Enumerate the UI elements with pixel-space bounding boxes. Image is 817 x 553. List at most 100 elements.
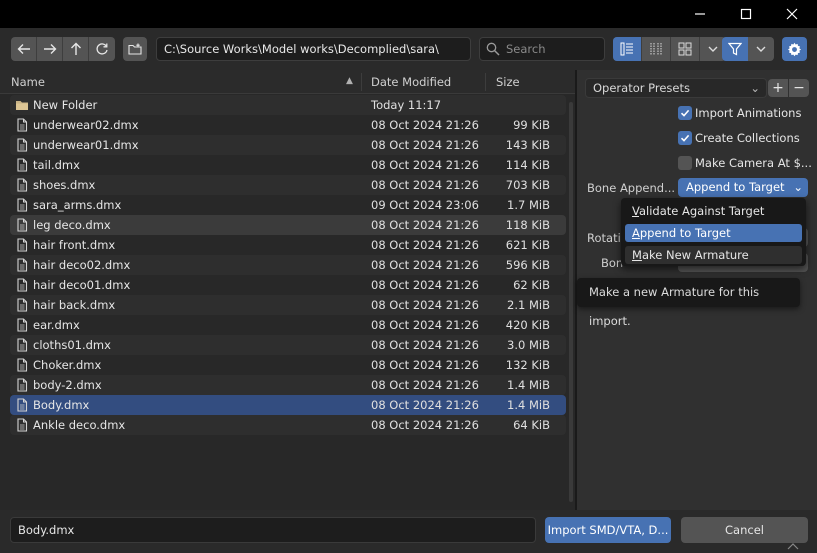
file-size: 703 KiB [505, 178, 550, 192]
rotation-label: Rotati [587, 231, 621, 245]
file-date: 09 Oct 2024 23:06 [371, 198, 479, 212]
search-input[interactable]: Search [479, 37, 605, 61]
file-size: 1.4 MiB [507, 378, 550, 392]
file-date: 08 Oct 2024 21:26 [371, 398, 479, 412]
navigation-group [11, 37, 115, 61]
make-camera-checkbox[interactable] [678, 156, 692, 170]
back-arrow-icon[interactable] [11, 37, 37, 61]
menu-item-make-new-armature[interactable]: Make New Armature [625, 246, 802, 264]
column-date-header[interactable]: Date Modified [371, 70, 451, 94]
file-size: 114 KiB [505, 158, 550, 172]
file-row[interactable]: underwear02.dmx 08 Oct 2024 21:26 99 KiB [10, 115, 566, 135]
file-name: Body.dmx [33, 398, 90, 412]
chevron-down-icon: ⌄ [750, 81, 760, 95]
file-row[interactable]: cloths01.dmx 08 Oct 2024 21:26 3.0 MiB [10, 335, 566, 355]
create-collections-checkbox[interactable] [678, 131, 692, 145]
file-date: 08 Oct 2024 21:26 [371, 218, 479, 232]
file-row[interactable]: leg deco.dmx 08 Oct 2024 21:26 118 KiB [10, 215, 566, 235]
file-row[interactable]: shoes.dmx 08 Oct 2024 21:26 703 KiB [10, 175, 566, 195]
file-row[interactable]: underwear01.dmx 08 Oct 2024 21:26 143 KiB [10, 135, 566, 155]
add-preset-icon[interactable]: + [768, 79, 788, 97]
minimize-icon[interactable] [677, 0, 723, 28]
thumbnails-icon[interactable] [671, 37, 700, 61]
column-name-header[interactable]: Name [11, 70, 45, 94]
filter-icon[interactable] [722, 37, 748, 61]
file-row[interactable]: hair back.dmx 08 Oct 2024 21:26 2.1 MiB [10, 295, 566, 315]
file-size: 118 KiB [505, 218, 550, 232]
file-row[interactable]: hair deco01.dmx 08 Oct 2024 21:26 62 KiB [10, 275, 566, 295]
forward-arrow-icon[interactable] [37, 37, 63, 61]
file-date: Today 11:17 [371, 98, 442, 112]
file-icon [15, 358, 29, 372]
import-button[interactable]: Import SMD/VTA, D... [545, 517, 671, 543]
resize-grip-icon[interactable] [787, 542, 799, 550]
file-name: body-2.dmx [33, 378, 102, 392]
file-date: 08 Oct 2024 21:26 [371, 338, 479, 352]
horizontal-list-icon[interactable] [642, 37, 671, 61]
file-size: 143 KiB [505, 138, 550, 152]
filename-field[interactable]: Body.dmx [10, 517, 536, 543]
file-date: 08 Oct 2024 21:26 [371, 178, 479, 192]
vertical-list-icon[interactable] [613, 37, 642, 61]
file-icon [15, 278, 29, 292]
file-size: 1.4 MiB [507, 398, 550, 412]
bone-label: Bon [601, 256, 624, 270]
import-animations-label: Import Animations [695, 106, 802, 120]
file-icon [15, 398, 29, 412]
menu-item-validate-against-target[interactable]: Validate Against Target [625, 202, 802, 220]
file-row[interactable]: hair front.dmx 08 Oct 2024 21:26 621 KiB [10, 235, 566, 255]
file-row[interactable]: Choker.dmx 08 Oct 2024 21:26 132 KiB [10, 355, 566, 375]
file-date: 08 Oct 2024 21:26 [371, 318, 479, 332]
cancel-button[interactable]: Cancel [681, 517, 808, 543]
import-animations-checkbox[interactable] [678, 106, 692, 120]
directory-path-field[interactable]: C:\Source Works\Model works\Decomplied\s… [156, 37, 471, 61]
file-name: hair deco01.dmx [33, 278, 131, 292]
toolbar: C:\Source Works\Model works\Decomplied\s… [0, 28, 817, 70]
refresh-icon[interactable] [89, 37, 115, 61]
file-date: 08 Oct 2024 21:26 [371, 298, 479, 312]
make-camera-label: Make Camera At $... [695, 156, 812, 170]
file-size: 62 KiB [513, 278, 550, 292]
file-name: sara_arms.dmx [33, 198, 122, 212]
file-row[interactable]: sara_arms.dmx 09 Oct 2024 23:06 1.7 MiB [10, 195, 566, 215]
file-row[interactable]: Body.dmx 08 Oct 2024 21:26 1.4 MiB [10, 395, 566, 415]
bone-append-menu: Validate Against Target Append to Target… [621, 198, 806, 266]
new-folder-icon[interactable] [123, 37, 147, 61]
file-name: underwear01.dmx [33, 138, 139, 152]
chevron-down-icon[interactable] [748, 37, 774, 61]
file-date: 08 Oct 2024 21:26 [371, 118, 479, 132]
file-size: 1.7 MiB [507, 198, 550, 212]
bone-append-dropdown[interactable]: Append to Target ⌄ [678, 178, 808, 197]
file-icon [15, 178, 29, 192]
file-name: cloths01.dmx [33, 338, 111, 352]
file-name: New Folder [33, 98, 98, 112]
scrollbar[interactable] [569, 102, 573, 502]
file-icon [15, 258, 29, 272]
chevron-down-icon: ⌄ [793, 180, 803, 194]
file-date: 08 Oct 2024 21:26 [371, 158, 479, 172]
parent-directory-icon[interactable] [63, 37, 89, 61]
column-size-header[interactable]: Size [496, 70, 520, 94]
maximize-icon[interactable] [723, 0, 769, 28]
file-size: 132 KiB [505, 358, 550, 372]
file-row[interactable]: Ankle deco.dmx 08 Oct 2024 21:26 64 KiB [10, 415, 566, 435]
file-row[interactable]: New Folder Today 11:17 [10, 95, 566, 115]
file-icon [15, 118, 29, 132]
file-icon [15, 318, 29, 332]
file-row[interactable]: hair deco02.dmx 08 Oct 2024 21:26 596 KiB [10, 255, 566, 275]
search-placeholder: Search [506, 42, 546, 56]
search-icon [486, 42, 500, 56]
file-row[interactable]: tail.dmx 08 Oct 2024 21:26 114 KiB [10, 155, 566, 175]
menu-item-append-to-target[interactable]: Append to Target [625, 224, 802, 242]
gear-icon[interactable] [782, 37, 807, 61]
operator-presets-dropdown[interactable]: Operator Presets ⌄ [585, 78, 767, 98]
file-name: hair deco02.dmx [33, 258, 131, 272]
file-icon [15, 298, 29, 312]
file-row[interactable]: ear.dmx 08 Oct 2024 21:26 420 KiB [10, 315, 566, 335]
file-icon [15, 218, 29, 232]
file-size: 64 KiB [513, 418, 550, 432]
close-icon[interactable] [769, 0, 815, 28]
file-row[interactable]: body-2.dmx 08 Oct 2024 21:26 1.4 MiB [10, 375, 566, 395]
file-date: 08 Oct 2024 21:26 [371, 258, 479, 272]
remove-preset-icon[interactable]: − [789, 79, 809, 97]
